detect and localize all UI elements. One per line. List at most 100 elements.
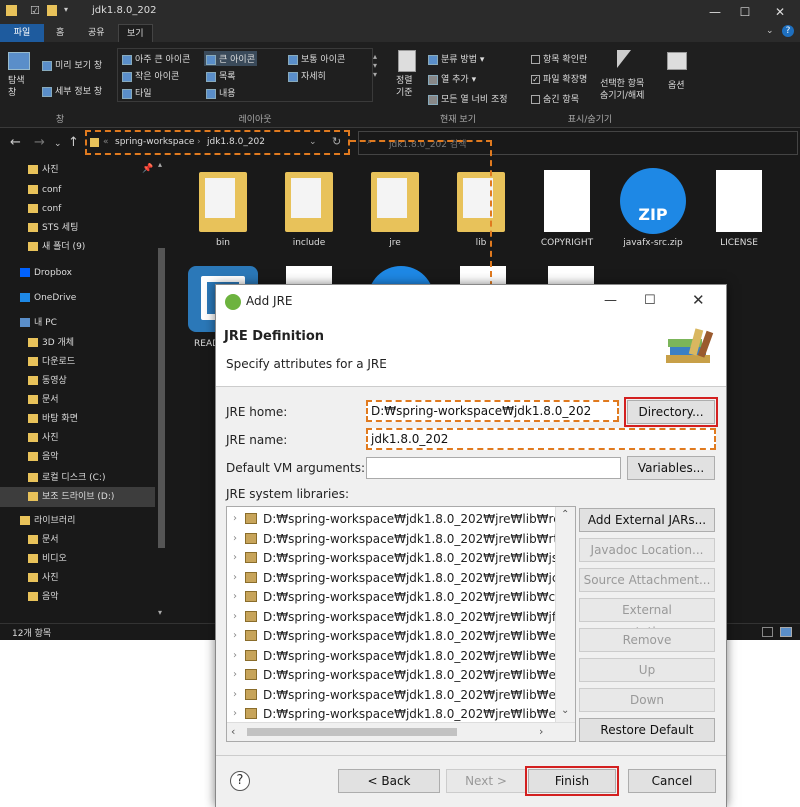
minimize-icon[interactable]: — xyxy=(700,0,730,24)
sidebar-item[interactable]: 음악 xyxy=(0,447,155,467)
expand-chevron-icon[interactable]: › xyxy=(233,626,237,646)
address-dropdown-icon[interactable]: ⌄ xyxy=(309,137,317,147)
sidebar-item[interactable]: 바탕 화면 xyxy=(0,409,155,429)
scroll-left-icon[interactable]: ‹ xyxy=(231,725,235,738)
expand-chevron-icon[interactable]: › xyxy=(233,704,237,724)
sidebar-scrollbar[interactable]: ▴ ▾ xyxy=(155,158,168,623)
jre-name-field[interactable]: jdk1.8.0_202 xyxy=(366,428,716,450)
up-arrow-icon[interactable]: ↑ xyxy=(68,135,79,150)
library-row[interactable]: › D:₩spring-workspace₩jdk1.8.0_202₩jre₩li… xyxy=(227,509,575,529)
library-action-button[interactable]: Up xyxy=(579,658,715,682)
layout-extra-large-icons[interactable]: 아주 큰 아이콘 xyxy=(122,52,190,65)
finish-button[interactable]: Finish xyxy=(525,766,619,796)
fit-columns-button[interactable]: 모든 열 너비 조정 xyxy=(428,92,508,105)
sidebar-item[interactable]: 로컬 디스크 (C:) xyxy=(0,468,155,488)
hidden-items-toggle[interactable]: 숨긴 항목 xyxy=(531,92,579,105)
libraries-vscrollbar[interactable]: ⌃ ⌄ xyxy=(555,507,575,722)
sidebar-item[interactable]: 라이브러리 xyxy=(0,511,155,531)
layout-list[interactable]: 목록 xyxy=(206,69,236,82)
tab-view[interactable]: 보기 xyxy=(118,24,153,42)
file-item[interactable]: include xyxy=(266,158,352,248)
layout-medium-icons[interactable]: 보통 아이콘 xyxy=(288,52,345,65)
library-row[interactable]: › D:₩spring-workspace₩jdk1.8.0_202₩jre₩li… xyxy=(227,685,575,705)
sidebar-item[interactable]: 내 PC xyxy=(0,313,155,333)
file-item[interactable]: ZIP javafx-src.zip xyxy=(610,158,696,248)
library-row[interactable]: › D:₩spring-workspace₩jdk1.8.0_202₩jre₩li… xyxy=(227,529,575,549)
large-icons-view-toggle-icon[interactable] xyxy=(780,627,792,637)
sidebar-item[interactable]: 사진 xyxy=(0,160,155,180)
minimize-icon[interactable]: — xyxy=(604,293,617,308)
expand-chevron-icon[interactable]: › xyxy=(233,587,237,607)
tab-home[interactable]: 홈 xyxy=(48,24,72,42)
file-item[interactable]: LICENSE xyxy=(696,158,782,248)
library-row[interactable]: › D:₩spring-workspace₩jdk1.8.0_202₩jre₩li… xyxy=(227,665,575,685)
library-row[interactable]: › D:₩spring-workspace₩jdk1.8.0_202₩jre₩li… xyxy=(227,548,575,568)
libraries-hscrollbar[interactable]: ‹ › xyxy=(227,722,575,741)
sidebar-item[interactable]: 사진 xyxy=(0,428,155,448)
library-row[interactable]: › D:₩spring-workspace₩jdk1.8.0_202₩jre₩li… xyxy=(227,607,575,627)
file-item[interactable]: bin xyxy=(180,158,266,248)
library-row[interactable]: › D:₩spring-workspace₩jdk1.8.0_202₩jre₩li… xyxy=(227,568,575,588)
sidebar-item[interactable]: 문서 xyxy=(0,530,155,550)
expand-chevron-icon[interactable]: › xyxy=(233,568,237,588)
group-by-button[interactable]: 분류 방법 ▾ xyxy=(428,52,484,65)
sidebar-item[interactable]: 비디오 xyxy=(0,549,155,569)
add-columns-button[interactable]: 열 추가 ▾ xyxy=(428,72,476,85)
breadcrumb-jdk[interactable]: jdk1.8.0_202 xyxy=(207,137,265,147)
scroll-up-icon[interactable]: ▴ xyxy=(158,160,162,169)
library-row[interactable]: › D:₩spring-workspace₩jdk1.8.0_202₩jre₩li… xyxy=(227,646,575,666)
expand-chevron-icon[interactable]: › xyxy=(233,529,237,549)
maximize-icon[interactable]: ☐ xyxy=(730,0,760,24)
refresh-icon[interactable]: ↻ xyxy=(332,135,341,148)
sidebar-item[interactable]: conf xyxy=(0,199,155,219)
gallery-scroll-icon[interactable]: ▴ ▾ ▾ xyxy=(373,52,377,79)
sidebar-item[interactable]: Dropbox xyxy=(0,263,155,283)
cancel-button[interactable]: Cancel xyxy=(628,769,716,793)
library-row[interactable]: › D:₩spring-workspace₩jdk1.8.0_202₩jre₩li… xyxy=(227,704,575,724)
close-icon[interactable]: ✕ xyxy=(765,0,795,24)
variables-button[interactable]: Variables... xyxy=(627,456,715,480)
customize-toolbar-icon[interactable]: ▾ xyxy=(64,5,68,14)
sidebar-item[interactable]: 3D 개체 xyxy=(0,333,155,353)
sort-by-button[interactable]: 정렬 기준 xyxy=(396,75,413,99)
layout-content[interactable]: 내용 xyxy=(206,86,236,99)
hide-selected-button[interactable]: 선택한 항목 숨기기/해제 xyxy=(600,78,644,102)
scroll-up-icon[interactable]: ⌃ xyxy=(561,509,569,520)
sidebar-item[interactable]: conf xyxy=(0,180,155,200)
sidebar-item[interactable]: 음악 xyxy=(0,587,155,607)
vm-args-field[interactable] xyxy=(366,457,621,479)
scroll-down-icon[interactable]: ⌄ xyxy=(561,705,569,716)
layout-large-icons[interactable]: 큰 아이콘 xyxy=(204,51,257,66)
scrollbar-thumb[interactable] xyxy=(158,248,165,548)
expand-chevron-icon[interactable]: › xyxy=(233,607,237,627)
new-folder-icon[interactable] xyxy=(47,5,57,16)
directory-button[interactable]: Directory... xyxy=(624,397,718,427)
item-checkboxes-toggle[interactable]: 항목 확인란 xyxy=(531,52,587,65)
sidebar-item[interactable]: STS 세팅 xyxy=(0,218,155,238)
back-button[interactable]: < Back xyxy=(338,769,440,793)
hscroll-thumb[interactable] xyxy=(247,728,457,736)
expand-chevron-icon[interactable]: › xyxy=(233,509,237,529)
library-action-button[interactable]: External annotations... xyxy=(579,598,715,639)
next-button[interactable]: Next > xyxy=(446,769,526,793)
library-row[interactable]: › D:₩spring-workspace₩jdk1.8.0_202₩jre₩li… xyxy=(227,626,575,646)
file-doc-icon[interactable] xyxy=(548,266,594,286)
expand-chevron-icon[interactable]: › xyxy=(233,665,237,685)
scroll-right-icon[interactable]: › xyxy=(539,725,543,738)
back-arrow-icon[interactable]: ← xyxy=(10,135,21,150)
maximize-icon[interactable]: ☐ xyxy=(644,293,656,308)
options-button[interactable]: 옵션 xyxy=(668,78,685,91)
tab-share[interactable]: 공유 xyxy=(80,24,113,42)
file-item[interactable]: COPYRIGHT xyxy=(524,158,610,248)
expand-chevron-icon[interactable]: › xyxy=(233,646,237,666)
file-doc-icon[interactable] xyxy=(286,266,332,286)
library-action-button[interactable]: Restore Default xyxy=(579,718,715,742)
tab-file[interactable]: 파일 xyxy=(0,24,44,42)
scroll-down-icon[interactable]: ▾ xyxy=(158,608,162,617)
help-icon[interactable]: ? xyxy=(230,771,250,791)
layout-tiles[interactable]: 타일 xyxy=(122,86,152,99)
help-icon[interactable]: ? xyxy=(782,25,794,37)
sidebar-item[interactable]: 다운로드 xyxy=(0,352,155,372)
file-extensions-toggle[interactable]: ✓ 파일 확장명 xyxy=(531,72,587,85)
ribbon-collapse-icon[interactable]: ⌄ xyxy=(766,26,774,36)
